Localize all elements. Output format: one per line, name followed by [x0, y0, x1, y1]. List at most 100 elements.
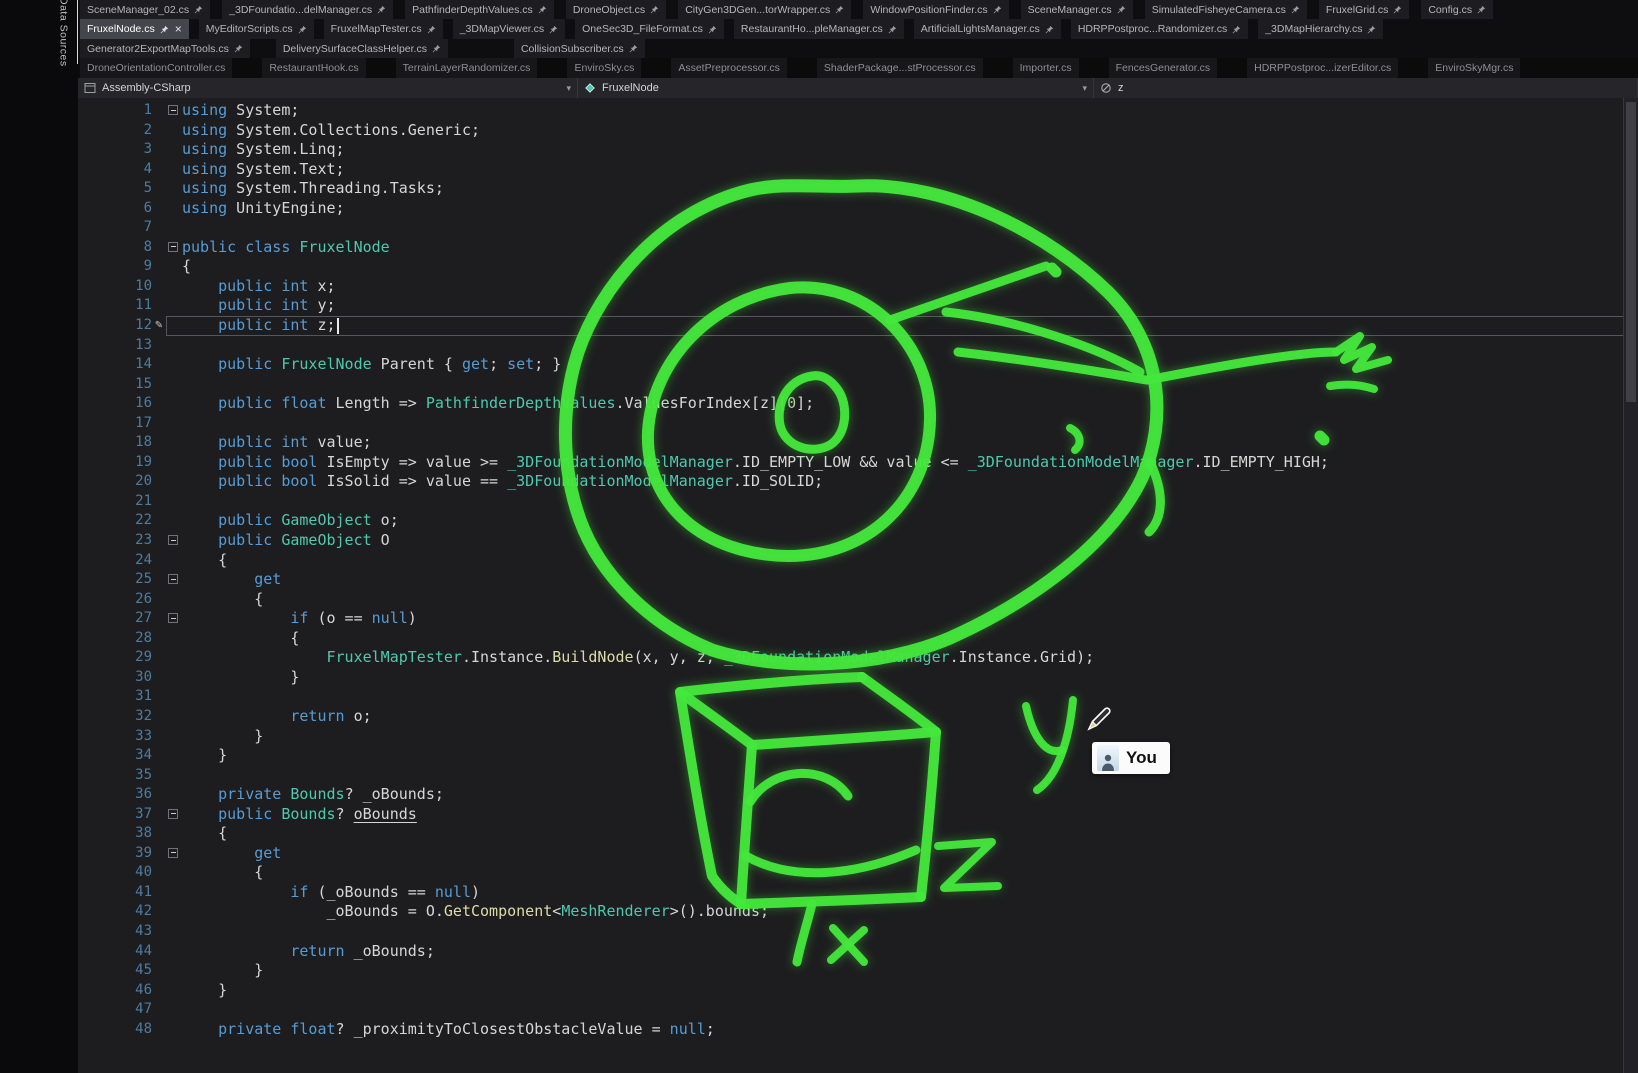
line-number[interactable]: 23: [78, 531, 152, 551]
line-number[interactable]: 1: [78, 101, 152, 121]
line-number[interactable]: 43: [78, 922, 152, 942]
line-number[interactable]: 12: [78, 316, 152, 336]
line-number[interactable]: 30: [78, 668, 152, 688]
tab-citygen3dgen-torwrapper-cs[interactable]: CityGen3DGen...torWrapper.cs: [678, 0, 851, 19]
line-number[interactable]: 28: [78, 629, 152, 649]
line-number[interactable]: 36: [78, 785, 152, 805]
pin-icon[interactable]: [160, 25, 169, 34]
line-number[interactable]: 40: [78, 863, 152, 883]
tab-simulatedfisheyecamera-cs[interactable]: SimulatedFisheyeCamera.cs: [1145, 0, 1307, 19]
tab-hdrppostproc-izereditor-cs[interactable]: HDRPPostproc...izerEditor.cs: [1247, 58, 1398, 78]
tab-3dfoundatio-delmanager-cs[interactable]: _3DFoundatio...delManager.cs: [222, 0, 393, 19]
line-number[interactable]: 38: [78, 824, 152, 844]
scrollbar-thumb[interactable]: [1626, 102, 1636, 402]
pin-icon[interactable]: [1045, 25, 1054, 34]
line-number[interactable]: 17: [78, 414, 152, 434]
tab-config-cs[interactable]: Config.cs: [1421, 0, 1493, 19]
pin-icon[interactable]: [1367, 25, 1376, 34]
line-number[interactable]: 46: [78, 981, 152, 1001]
tab-deliverysurfaceclasshelper-cs[interactable]: DeliverySurfaceClassHelper.cs: [276, 39, 448, 58]
line-number[interactable]: 45: [78, 961, 152, 981]
type-dropdown[interactable]: FruxelNode ▾: [578, 78, 1094, 98]
line-number[interactable]: 47: [78, 1000, 152, 1020]
tab-fruxelmaptester-cs[interactable]: FruxelMapTester.cs: [324, 19, 443, 39]
tab-3dmapviewer-cs[interactable]: _3DMapViewer.cs: [453, 19, 565, 39]
pin-icon[interactable]: [629, 44, 638, 53]
line-number[interactable]: 15: [78, 375, 152, 395]
pin-icon[interactable]: [427, 25, 436, 34]
tab-collisionsubscriber-cs[interactable]: CollisionSubscriber.cs: [514, 39, 645, 58]
tab-terrainlayerrandomizer-cs[interactable]: TerrainLayerRandomizer.cs: [396, 58, 538, 78]
line-number[interactable]: 26: [78, 590, 152, 610]
line-number[interactable]: 42: [78, 902, 152, 922]
line-number[interactable]: 33: [78, 727, 152, 747]
line-number[interactable]: 19: [78, 453, 152, 473]
line-number[interactable]: 8: [78, 238, 152, 258]
line-number[interactable]: 24: [78, 551, 152, 571]
line-number[interactable]: 35: [78, 766, 152, 786]
pin-icon[interactable]: [708, 25, 717, 34]
line-number[interactable]: 48: [78, 1020, 152, 1040]
pin-icon[interactable]: [1232, 25, 1241, 34]
pin-icon[interactable]: [538, 5, 547, 14]
line-number[interactable]: 22: [78, 511, 152, 531]
line-number[interactable]: 20: [78, 472, 152, 492]
fold-toggle[interactable]: [166, 570, 182, 590]
line-number[interactable]: 34: [78, 746, 152, 766]
tab-droneobject-cs[interactable]: DroneObject.cs: [566, 0, 666, 19]
pin-icon[interactable]: [432, 44, 441, 53]
tab-hdrppostproc-randomizer-cs[interactable]: HDRPPostproc...Randomizer.cs: [1071, 19, 1248, 39]
tab-generator2exportmaptools-cs[interactable]: Generator2ExportMapTools.cs: [80, 39, 250, 58]
tab-fruxelnode-cs[interactable]: FruxelNode.cs×: [80, 19, 189, 39]
pin-icon[interactable]: [888, 25, 897, 34]
line-number[interactable]: 14: [78, 355, 152, 375]
line-number[interactable]: 29: [78, 648, 152, 668]
tab-scenemanager-02-cs[interactable]: SceneManager_02.cs: [80, 0, 210, 19]
pin-icon[interactable]: [549, 25, 558, 34]
member-dropdown[interactable]: z: [1094, 78, 1638, 98]
fold-toggle[interactable]: [166, 844, 182, 864]
line-number[interactable]: 9: [78, 257, 152, 277]
line-number[interactable]: 7: [78, 218, 152, 238]
fold-toggle[interactable]: [166, 805, 182, 825]
tab-assetpreprocessor-cs[interactable]: AssetPreprocessor.cs: [671, 58, 787, 78]
tab-3dmaphierarchy-cs[interactable]: _3DMapHierarchy.cs: [1258, 19, 1383, 39]
line-number[interactable]: 11: [78, 296, 152, 316]
tab-shaderpackage-stprocessor-cs[interactable]: ShaderPackage...stProcessor.cs: [817, 58, 983, 78]
tab-fencesgenerator-cs[interactable]: FencesGenerator.cs: [1109, 58, 1218, 78]
tab-scenemanager-cs[interactable]: SceneManager.cs: [1021, 0, 1133, 19]
pin-icon[interactable]: [298, 25, 307, 34]
line-number[interactable]: 18: [78, 433, 152, 453]
tab-droneorientationcontroller-cs[interactable]: DroneOrientationController.cs: [80, 58, 232, 78]
line-number[interactable]: 2: [78, 121, 152, 141]
line-number[interactable]: 25: [78, 570, 152, 590]
tab-artificiallightsmanager-cs[interactable]: ArtificialLightsManager.cs: [914, 19, 1061, 39]
line-number[interactable]: 31: [78, 687, 152, 707]
pin-icon[interactable]: [1291, 5, 1300, 14]
pin-icon[interactable]: [1117, 5, 1126, 14]
line-number[interactable]: 6: [78, 199, 152, 219]
line-number[interactable]: 10: [78, 277, 152, 297]
tab-onesec3d-fileformat-cs[interactable]: OneSec3D_FileFormat.cs: [575, 19, 724, 39]
tab-restaurantho-plemanager-cs[interactable]: RestaurantHo...pleManager.cs: [734, 19, 904, 39]
line-number[interactable]: 5: [78, 179, 152, 199]
line-number[interactable]: 13: [78, 336, 152, 356]
line-number[interactable]: 39: [78, 844, 152, 864]
line-number[interactable]: 3: [78, 140, 152, 160]
line-number[interactable]: 21: [78, 492, 152, 512]
pin-icon[interactable]: [650, 5, 659, 14]
tab-envirosky-cs[interactable]: EnviroSky.cs: [567, 58, 641, 78]
pin-icon[interactable]: [835, 5, 844, 14]
tab-fruxelgrid-cs[interactable]: FruxelGrid.cs: [1319, 0, 1409, 19]
pin-icon[interactable]: [1393, 5, 1402, 14]
line-number[interactable]: 37: [78, 805, 152, 825]
project-dropdown[interactable]: Assembly-CSharp ▾: [78, 78, 578, 98]
fold-toggle[interactable]: [166, 238, 182, 258]
tab-myeditorscripts-cs[interactable]: MyEditorScripts.cs: [199, 19, 314, 39]
pin-icon[interactable]: [234, 44, 243, 53]
fold-toggle[interactable]: [166, 609, 182, 629]
tab-windowpositionfinder-cs[interactable]: WindowPositionFinder.cs: [863, 0, 1008, 19]
line-number[interactable]: 32: [78, 707, 152, 727]
pin-icon[interactable]: [377, 5, 386, 14]
line-number[interactable]: 4: [78, 160, 152, 180]
